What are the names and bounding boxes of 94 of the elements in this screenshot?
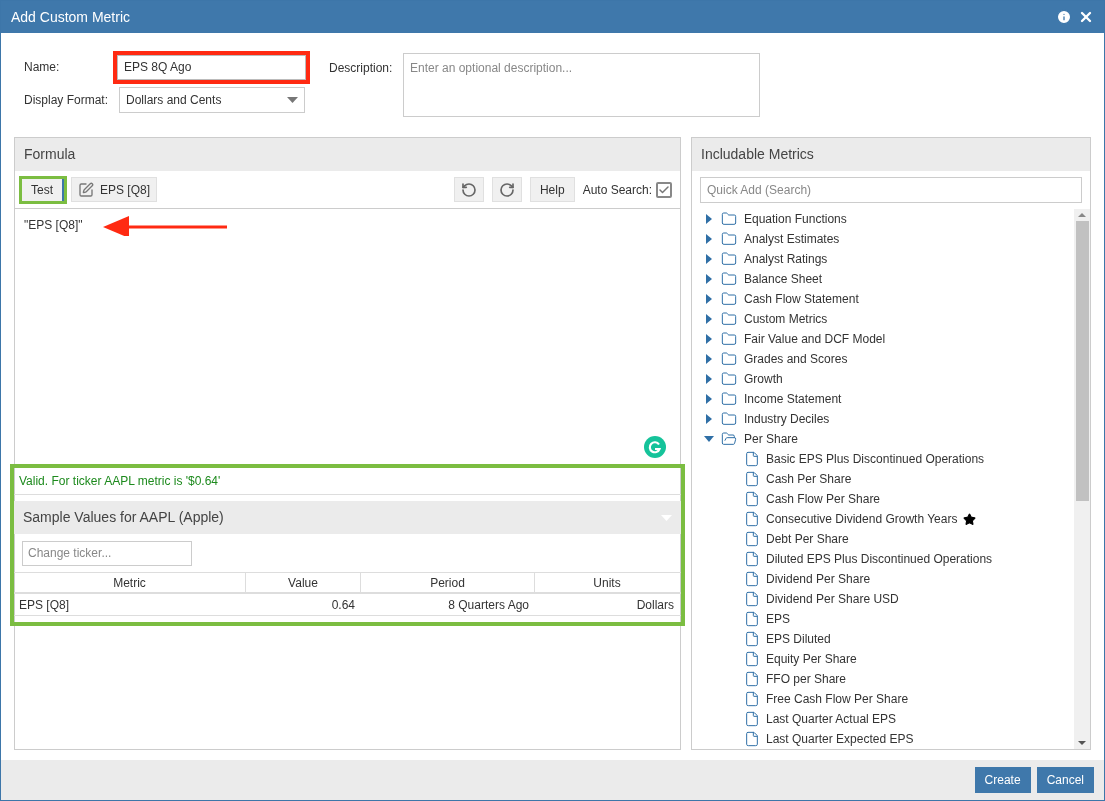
name-field[interactable]: EPS 8Q Ago (117, 54, 306, 80)
file-icon (744, 650, 760, 668)
tree-item[interactable]: EPS Diluted (704, 629, 1074, 649)
tree-folder[interactable]: Industry Deciles (704, 409, 1074, 429)
undo-icon (460, 181, 477, 198)
folder-icon (720, 371, 738, 387)
description-label: Description: (329, 60, 394, 77)
tree-item[interactable]: Debt Per Share (704, 529, 1074, 549)
tree-folder[interactable]: Cash Flow Statement (704, 289, 1074, 309)
edit-button[interactable]: EPS [Q8] (71, 177, 158, 202)
tree-item[interactable]: Equity Per Share (704, 649, 1074, 669)
folder-icon (720, 291, 738, 307)
folder-icon (720, 351, 738, 367)
folder-icon (720, 431, 738, 447)
tree-item[interactable]: EPS (704, 609, 1074, 629)
validation-message: Valid. For ticker AAPL metric is '$0.64' (19, 473, 221, 490)
file-icon (744, 570, 760, 588)
tree-folder[interactable]: Analyst Estimates (704, 229, 1074, 249)
file-icon (744, 670, 760, 688)
file-icon (744, 690, 760, 708)
folder-icon (720, 331, 738, 347)
panel-title: Includable Metrics (701, 145, 814, 164)
close-icon[interactable] (1078, 9, 1094, 25)
cancel-button[interactable]: Cancel (1036, 767, 1094, 793)
folder-icon (720, 231, 738, 247)
table-cell-text: 0.64 (330, 596, 356, 614)
tree-folder[interactable]: Analyst Ratings (704, 249, 1074, 269)
table-cell-text: 8 Quarters Ago (447, 596, 530, 614)
tree-folder[interactable]: Growth (704, 369, 1074, 389)
file-icon (744, 590, 760, 608)
tree-item[interactable]: Last Quarter Expected EPS (704, 729, 1074, 749)
tree-item[interactable]: Dividend Per Share USD (704, 589, 1074, 609)
tree-item[interactable]: Consecutive Dividend Growth Years (704, 509, 1074, 529)
redo-button[interactable] (491, 177, 522, 202)
folder-icon (720, 251, 738, 267)
tree-folder[interactable]: Income Statement (704, 389, 1074, 409)
folder-icon (720, 391, 738, 407)
file-icon (744, 730, 760, 748)
file-icon (744, 610, 760, 628)
tree-item[interactable]: Cash Per Share (704, 469, 1074, 489)
file-icon (744, 630, 760, 648)
tree-folder[interactable]: Equation Functions (704, 209, 1074, 229)
table-cell-text: Dollars (635, 596, 675, 614)
window-title: Add Custom Metric (11, 7, 132, 27)
caret-icon (287, 97, 298, 103)
panel-title: Formula (24, 145, 76, 164)
tree-folder[interactable]: Custom Metrics (704, 309, 1074, 329)
tree-folder[interactable]: Grades and Scores (704, 349, 1074, 369)
info-icon[interactable] (1056, 9, 1072, 25)
file-icon (744, 470, 760, 488)
display-format-label: Display Format: (24, 92, 110, 109)
table-cell-text: EPS [Q8] (18, 596, 71, 614)
tree-item[interactable]: Basic EPS Plus Discontinued Operations (704, 449, 1074, 469)
file-icon (744, 510, 760, 528)
tree-item[interactable]: Last Quarter Actual EPS (704, 709, 1074, 729)
formula-text: "EPS [Q8]" (24, 217, 83, 234)
formula-editor[interactable]: "EPS [Q8]" (15, 209, 680, 464)
tree-item[interactable]: Dividend Per Share (704, 569, 1074, 589)
create-button[interactable]: Create (974, 767, 1031, 793)
tree-folder[interactable]: Per Share (704, 429, 1074, 449)
caret-down-icon (704, 434, 714, 444)
ticker-field[interactable]: Change ticker... (22, 540, 192, 566)
undo-button[interactable] (453, 177, 484, 202)
file-icon (744, 530, 760, 548)
redo-icon (498, 181, 515, 198)
scrollbar[interactable] (1074, 209, 1090, 749)
file-icon (744, 710, 760, 728)
tree-item[interactable]: Free Cash Flow Per Share (704, 689, 1074, 709)
column-header[interactable]: Period (360, 573, 534, 592)
auto-search-label: Auto Search: (582, 181, 652, 199)
tree-item[interactable]: FFO per Share (704, 669, 1074, 689)
tree-folder[interactable]: Balance Sheet (704, 269, 1074, 289)
column-header[interactable]: Value (245, 573, 360, 592)
file-icon (744, 450, 760, 468)
help-button[interactable]: Help (529, 177, 575, 202)
tree-item[interactable]: Cash Flow Per Share (704, 489, 1074, 509)
file-icon (744, 550, 760, 568)
file-icon (744, 490, 760, 508)
folder-icon (720, 271, 738, 287)
folder-icon (720, 211, 738, 227)
name-label: Name: (24, 59, 61, 76)
test-button[interactable]: Test (22, 178, 64, 201)
folder-icon (720, 411, 738, 427)
quick-add-search-field[interactable]: Quick Add (Search) (700, 177, 1082, 203)
column-header[interactable]: Metric (14, 573, 245, 592)
auto-search-checkbox[interactable] (656, 181, 672, 198)
column-header[interactable]: Units (534, 573, 679, 592)
folder-icon (720, 311, 738, 327)
display-format-dropdown[interactable]: Dollars and Cents (119, 87, 305, 113)
sample-title: Sample Values for AAPL (Apple) (23, 508, 224, 527)
tree-folder[interactable]: Fair Value and DCF Model (704, 329, 1074, 349)
tree-item[interactable]: Diluted EPS Plus Discontinued Operations (704, 549, 1074, 569)
description-field[interactable]: Enter an optional description... (403, 53, 760, 117)
edit-icon (78, 181, 94, 198)
